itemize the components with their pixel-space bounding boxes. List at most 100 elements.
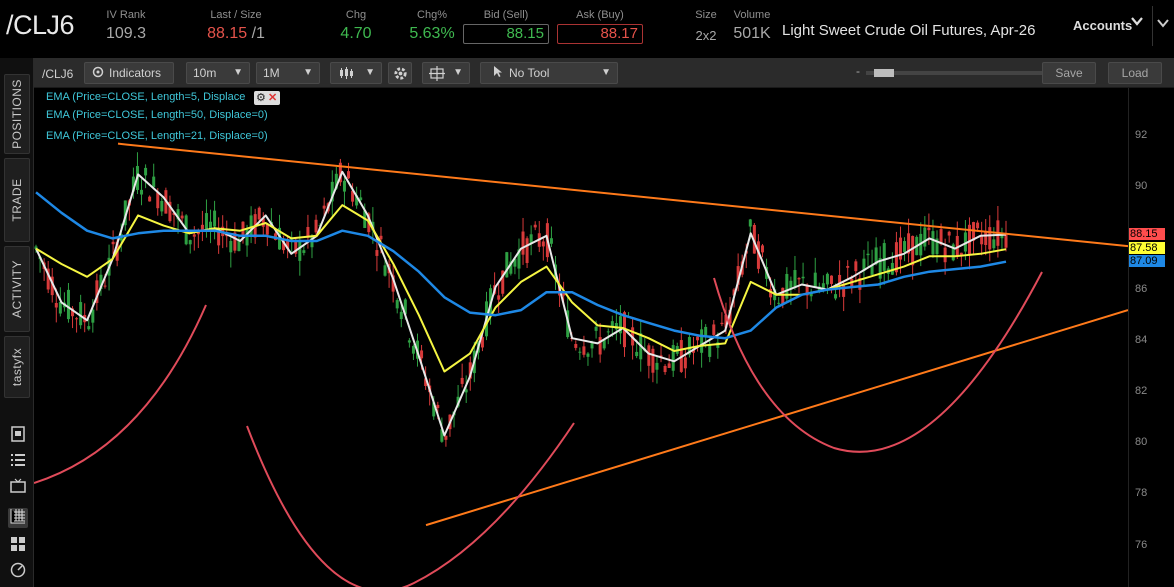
candle-body — [399, 311, 403, 320]
candle-body — [152, 176, 156, 188]
list-icon[interactable] — [8, 452, 28, 472]
candle-body — [75, 318, 79, 320]
candlestick-icon — [339, 66, 355, 86]
indicators-label: Indicators — [109, 66, 162, 80]
candle-body — [217, 232, 221, 246]
chg-value: 4.70 — [340, 25, 372, 42]
ema-line-3 — [35, 191, 1007, 340]
candle-body — [204, 213, 208, 232]
candle-body — [931, 231, 935, 255]
candle-body — [667, 363, 671, 368]
zoom-thumb[interactable] — [874, 69, 894, 77]
candle-body — [903, 241, 907, 253]
candle-body — [54, 302, 58, 308]
candle-body — [777, 302, 781, 304]
iv-rank-value: 109.3 — [105, 25, 147, 42]
candle-body — [298, 239, 302, 261]
accounts-dropdown[interactable]: Accounts — [1062, 0, 1152, 50]
candle-body — [866, 253, 870, 256]
candle-body — [760, 245, 764, 253]
price-chart[interactable]: EMA (Price=CLOSE, Length=5, Displace ⚙ ✕… — [34, 88, 1174, 587]
y-tick-label: 86 — [1135, 282, 1148, 295]
candle-body — [148, 196, 152, 202]
arc-left-shoulder — [34, 304, 207, 484]
monitor-icon[interactable] — [8, 478, 28, 498]
contract-description: Light Sweet Crude Oil Futures, Apr-26 — [782, 22, 1036, 39]
candle-body — [180, 215, 184, 219]
last-size-label: Last / Size — [210, 9, 262, 21]
crosshair-icon — [429, 66, 445, 87]
candle-body — [144, 167, 148, 176]
bid-button[interactable]: 88.15 — [463, 24, 549, 44]
indicators-button[interactable]: Indicators — [84, 62, 174, 84]
candle-body — [708, 345, 712, 357]
candle-body — [411, 345, 415, 354]
candle-body — [420, 350, 424, 359]
zoom-out-button[interactable]: - — [856, 64, 860, 78]
y-tick-label: 92 — [1135, 129, 1148, 141]
grid-icon[interactable] — [8, 536, 28, 556]
candle-body — [213, 210, 217, 227]
quote-bar: /CLJ6 IV Rank 109.3 Last / Size 88.15 /1… — [0, 0, 1174, 58]
candle-body — [192, 234, 196, 237]
chart-toolbar: /CLJ6 Indicators 10m ▼ 1M ▼ ▼ ▼ No Tool … — [34, 58, 1174, 88]
interval-select[interactable]: 10m ▼ — [186, 62, 250, 84]
last-price: 88.15 — [207, 25, 248, 42]
candle-body — [383, 265, 387, 276]
candle-body — [66, 289, 70, 320]
candle-body — [436, 404, 440, 409]
ask-button[interactable]: 88.17 — [557, 24, 643, 44]
settings-button[interactable] — [388, 62, 412, 84]
candle-body — [525, 238, 529, 263]
last-size-value: /1 — [251, 25, 265, 42]
close-icon[interactable]: ✕ — [268, 91, 277, 105]
volume: Volume 501K — [730, 8, 774, 44]
symbol-title[interactable]: /CLJ6 — [6, 10, 75, 41]
candle-body — [533, 224, 537, 228]
tab-trade[interactable]: TRADE — [4, 158, 30, 242]
candle-body — [379, 235, 383, 240]
bid-ask-size: Size 2x2 — [692, 8, 720, 46]
candle-body — [704, 326, 708, 336]
tab-positions-label: POSITIONS — [10, 79, 24, 149]
tool-select[interactable]: No Tool ▼ — [480, 62, 618, 84]
candle-body — [829, 275, 833, 284]
tab-activity-label: ACTIVITY — [10, 259, 24, 319]
tab-activity[interactable]: ACTIVITY — [4, 246, 30, 332]
chart-canvas[interactable] — [34, 88, 1128, 587]
load-button[interactable]: Load — [1108, 62, 1162, 84]
legend-ema-5[interactable]: EMA (Price=CLOSE, Length=5, Displace — [46, 91, 245, 103]
chart-grid-icon[interactable] — [8, 508, 28, 528]
chevron-down-icon[interactable] — [1156, 16, 1170, 33]
caret-down-icon: ▼ — [233, 67, 243, 78]
y-tick-label: 90 — [1135, 180, 1148, 193]
tool-label: No Tool — [509, 66, 550, 80]
gear-icon[interactable]: ⚙ — [256, 91, 266, 105]
chart-type-select[interactable]: ▼ — [330, 62, 382, 84]
candle-body — [943, 247, 947, 263]
candle-body — [521, 231, 525, 255]
tab-tastyfx[interactable]: tastyfx — [4, 336, 30, 398]
drawing-select[interactable]: ▼ — [422, 62, 470, 84]
price-tag-last: 88.15 — [1129, 228, 1165, 240]
save-button[interactable]: Save — [1042, 62, 1096, 84]
tab-positions[interactable]: POSITIONS — [4, 74, 30, 154]
notebook-icon[interactable] — [8, 426, 28, 446]
candle-body — [322, 205, 326, 209]
candle-body — [58, 301, 62, 314]
candle-body — [598, 337, 602, 355]
candle-body — [497, 295, 501, 300]
arc-right-shoulder — [713, 271, 1043, 453]
gauge-icon[interactable] — [8, 562, 28, 582]
caret-down-icon: ▼ — [601, 67, 611, 78]
legend-ema-21[interactable]: EMA (Price=CLOSE, Length=21, Displace=0) — [46, 130, 268, 142]
candle-body — [988, 227, 992, 250]
zoom-slider[interactable]: - + — [856, 64, 1066, 81]
chart-symbol: /CLJ6 — [42, 67, 74, 81]
range-select[interactable]: 1M ▼ — [256, 62, 320, 84]
candle-body — [395, 300, 399, 309]
candle-body — [505, 252, 509, 278]
legend-ema-50[interactable]: EMA (Price=CLOSE, Length=50, Displace=0) — [46, 109, 268, 121]
ask-label: Ask (Buy) — [576, 9, 624, 21]
y-tick-label: 78 — [1135, 487, 1148, 500]
